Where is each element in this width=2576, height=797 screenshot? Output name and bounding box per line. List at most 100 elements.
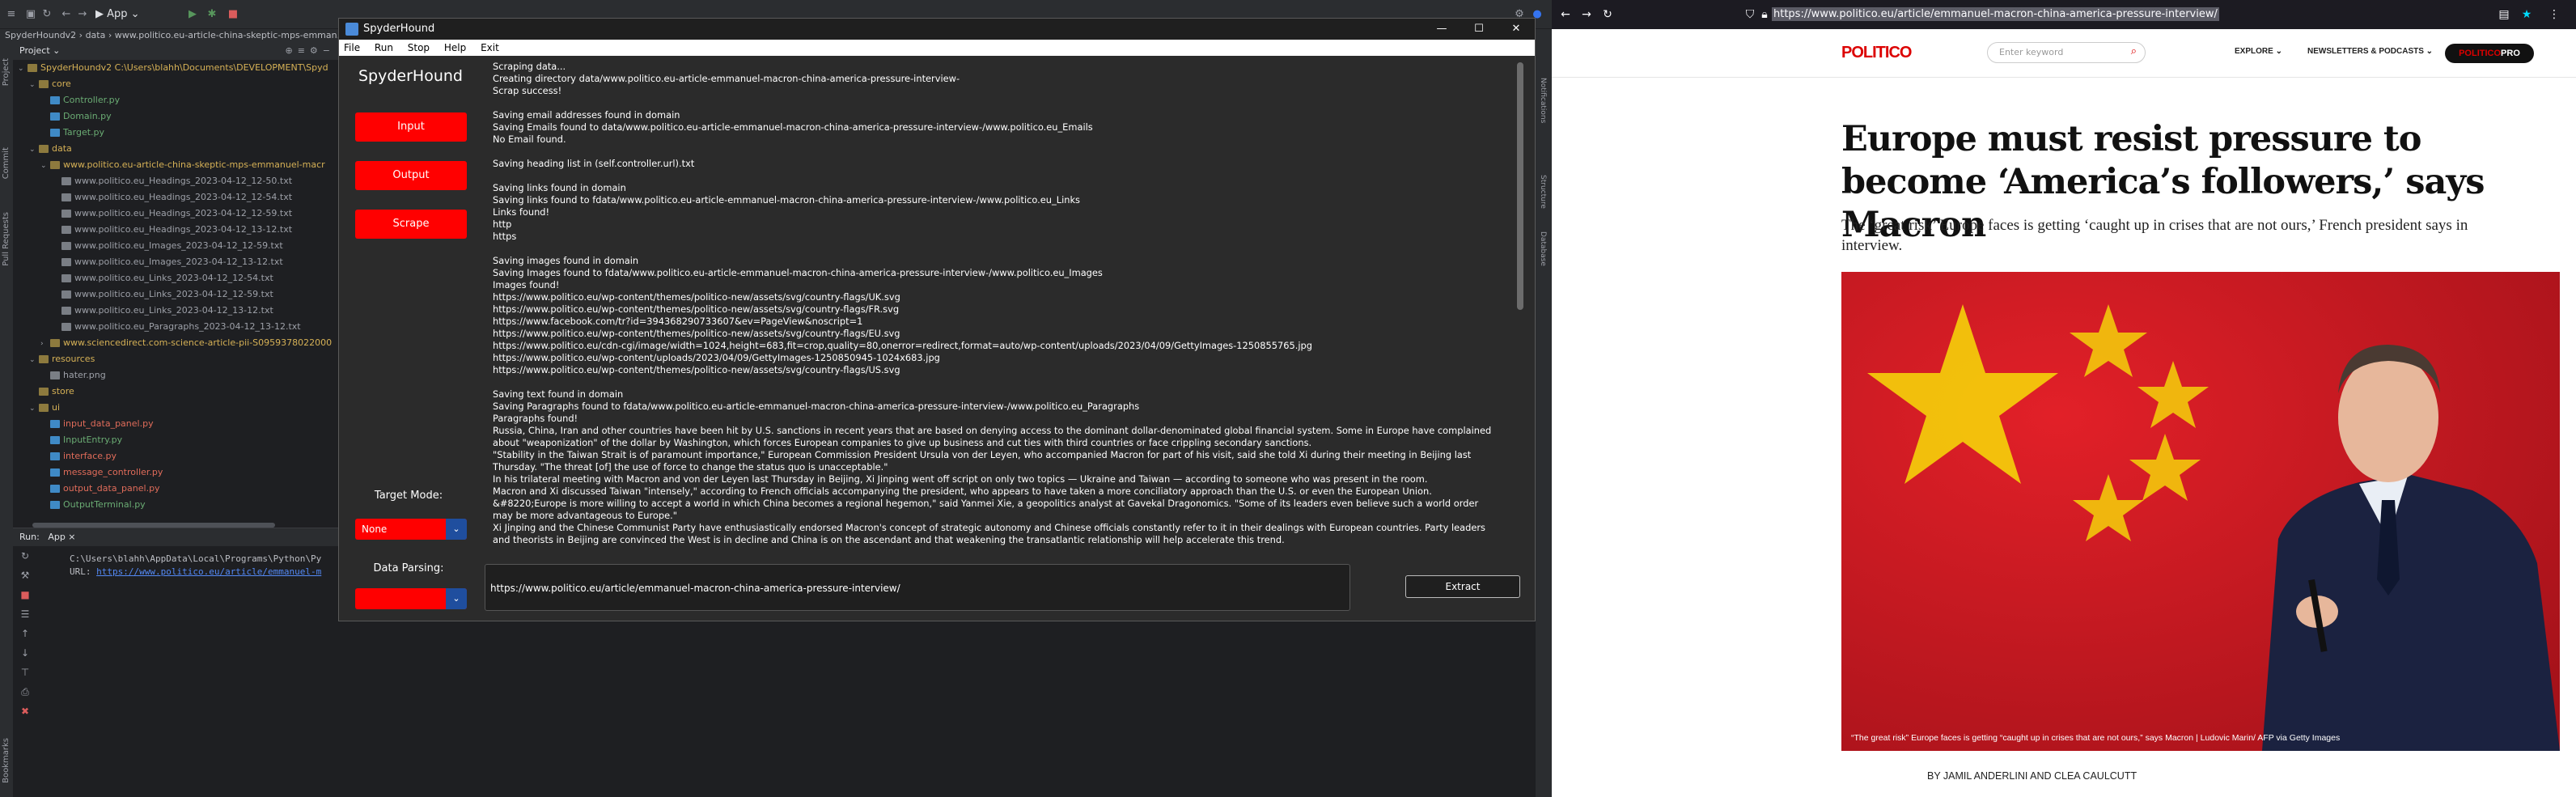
run-tab[interactable]: App [48, 532, 66, 542]
trash-icon[interactable]: ✖ [13, 702, 37, 721]
reload-icon[interactable]: ↻ [1600, 8, 1615, 21]
chevron-down-icon[interactable]: ⌄ [446, 519, 467, 540]
bookmark-star-icon[interactable]: ★ [2519, 8, 2534, 21]
tree-item[interactable]: output_data_panel.py [13, 481, 340, 497]
tree-item[interactable]: ⌄ ui [13, 400, 340, 416]
tree-item[interactable]: ⌄ resources [13, 351, 340, 367]
pin-icon[interactable]: ⊤ [13, 663, 37, 682]
chevron-down-icon[interactable]: ⌄ [40, 158, 50, 173]
wrench-icon[interactable]: ⚒ [13, 566, 37, 585]
target-mode-select[interactable]: None ⌄ [355, 519, 467, 540]
politico-pro-button[interactable]: POLITICOPRO [2445, 44, 2534, 63]
run-config-selector[interactable]: ▶ App ⌄ [95, 8, 160, 21]
tree-item[interactable]: OutputTerminal.py [13, 497, 340, 513]
chevron-down-icon[interactable]: ⌄ [29, 77, 39, 92]
run-url-link[interactable]: https://www.politico.eu/article/emmanuel… [96, 566, 321, 577]
address-bar[interactable]: https://www.politico.eu/article/emmanuel… [1772, 6, 2231, 23]
tree-item[interactable]: ⌄ SpyderHoundv2 C:\Users\blahh\Documents\… [13, 60, 340, 76]
tree-item[interactable]: www.politico.eu_Headings_2023-04-12_12-5… [13, 173, 340, 189]
tree-item[interactable]: message_controller.py [13, 464, 340, 481]
debug-icon[interactable]: ✱ [205, 8, 218, 21]
tree-item[interactable]: www.politico.eu_Links_2023-04-12_12-54.t… [13, 270, 340, 286]
forward-icon[interactable]: → [76, 8, 89, 21]
menu-stop[interactable]: Stop [408, 42, 430, 53]
chevron-down-icon[interactable]: ⌄ [446, 588, 467, 609]
tree-item[interactable]: www.politico.eu_Paragraphs_2023-04-12_13… [13, 319, 340, 335]
log-line: Russia, China, Iran and other countries … [493, 425, 1492, 448]
nav-newsletters[interactable]: NEWSLETTERS & PODCASTS ⌄ [2307, 47, 2433, 56]
chevron-down-icon[interactable]: ⌄ [18, 61, 28, 76]
run-icon[interactable]: ▶ [186, 8, 199, 21]
address-text[interactable]: https://www.politico.eu/article/emmanuel… [1772, 7, 2219, 21]
tree-item[interactable]: www.politico.eu_Links_2023-04-12_13-12.t… [13, 303, 340, 319]
input-button[interactable]: Input [355, 112, 467, 142]
rerun-icon[interactable]: ↻ [13, 546, 37, 566]
tree-item[interactable]: ⌄ www.politico.eu-article-china-skeptic-m… [13, 157, 340, 173]
tree-item[interactable]: www.politico.eu_Headings_2023-04-12_13-1… [13, 222, 340, 238]
tree-item[interactable]: www.politico.eu_Headings_2023-04-12_12-5… [13, 189, 340, 206]
extract-button[interactable]: Extract [1405, 575, 1520, 598]
menu-exit[interactable]: Exit [481, 42, 499, 53]
project-label[interactable]: Project [19, 45, 50, 56]
tree-item[interactable]: store [13, 384, 340, 400]
chevron-right-icon[interactable]: › [40, 336, 50, 351]
maximize-button[interactable]: ☐ [1460, 19, 1498, 40]
chevron-down-icon[interactable]: ⌄ [29, 401, 39, 416]
stop-icon[interactable]: ■ [227, 8, 239, 21]
nav-explore[interactable]: EXPLORE ⌄ [2235, 47, 2282, 56]
stop-run-icon[interactable]: ■ [13, 585, 37, 604]
tree-item[interactable]: interface.py [13, 448, 340, 464]
forward-icon[interactable]: → [1579, 8, 1594, 21]
tree-item[interactable]: ⌄ core [13, 76, 340, 92]
search-icon[interactable]: ⌕ [2131, 45, 2137, 57]
strip-bookmarks[interactable]: Bookmarks [2, 738, 11, 783]
menu-file[interactable]: File [344, 42, 360, 53]
chevron-down-icon[interactable]: ⌄ [29, 352, 39, 367]
print-icon[interactable]: ⎙ [13, 682, 37, 702]
tree-item[interactable]: input_data_panel.py [13, 416, 340, 432]
strip-pull-requests[interactable]: Pull Requests [2, 212, 11, 266]
extensions-icon[interactable]: ⋮ [2547, 8, 2561, 21]
tree-item[interactable]: Controller.py [13, 92, 340, 108]
tree-item[interactable]: hater.png [13, 367, 340, 384]
menu-help[interactable]: Help [444, 42, 466, 53]
tree-item[interactable]: ⌄ data [13, 141, 340, 157]
tree-item[interactable]: www.politico.eu_Images_2023-04-12_13-12.… [13, 254, 340, 270]
article-byline: BY JAMIL ANDERLINI AND CLEA CAULCUTT [1927, 770, 2137, 782]
chevron-down-icon[interactable]: ⌄ [29, 142, 39, 157]
tree-item[interactable]: www.politico.eu_Links_2023-04-12_12-59.t… [13, 286, 340, 303]
politico-logo[interactable]: POLITICO [1841, 44, 1912, 62]
tree-item[interactable]: › www.sciencedirect.com-science-article-p… [13, 335, 340, 351]
tree-item[interactable]: InputEntry.py [13, 432, 340, 448]
tree-item[interactable]: www.politico.eu_Images_2023-04-12_12-59.… [13, 238, 340, 254]
output-button[interactable]: Output [355, 161, 467, 190]
back-icon[interactable]: ← [60, 8, 73, 21]
site-search[interactable]: Enter keyword ⌕ [1987, 42, 2146, 63]
strip-commit[interactable]: Commit [2, 147, 11, 179]
project-tools-icon[interactable]: ⊕≡⚙− [285, 42, 335, 60]
scroll-down-icon[interactable]: ↓ [13, 643, 37, 663]
scroll-up-icon[interactable]: ↑ [13, 624, 37, 643]
url-input[interactable] [490, 578, 1340, 599]
shield-icon[interactable]: ⛉ [1743, 8, 1757, 21]
strip-project[interactable]: Project [2, 58, 11, 86]
tree-item[interactable]: www.politico.eu_Headings_2023-04-12_12-5… [13, 206, 340, 222]
refresh-icon[interactable]: ↻ [40, 8, 53, 21]
data-parsing-select[interactable]: ⌄ [355, 588, 467, 609]
save-icon[interactable]: ▣ [24, 8, 37, 21]
close-button[interactable]: ✕ [1498, 19, 1535, 40]
reader-icon[interactable]: ▤ [2497, 8, 2511, 21]
run-panel: Run: App × ↻ ⚒ ■ ☰ ↑ ↓ ⊤ ⎙ ✖ C:\Users\bl… [13, 528, 340, 797]
strip-structure[interactable]: Structure [1539, 175, 1547, 209]
menu-run[interactable]: Run [375, 42, 393, 53]
minimize-button[interactable]: — [1423, 19, 1460, 40]
menu-icon[interactable]: ≡ [5, 8, 18, 21]
back-icon[interactable]: ← [1558, 8, 1573, 21]
layout-icon[interactable]: ☰ [13, 604, 37, 624]
tree-item[interactable]: Domain.py [13, 108, 340, 125]
tree-item[interactable]: Target.py [13, 125, 340, 141]
strip-notifications[interactable]: Notifications [1539, 78, 1547, 123]
log-scrollbar[interactable] [1517, 62, 1523, 310]
scrape-button[interactable]: Scrape [355, 210, 467, 239]
strip-database[interactable]: Database [1539, 231, 1547, 266]
